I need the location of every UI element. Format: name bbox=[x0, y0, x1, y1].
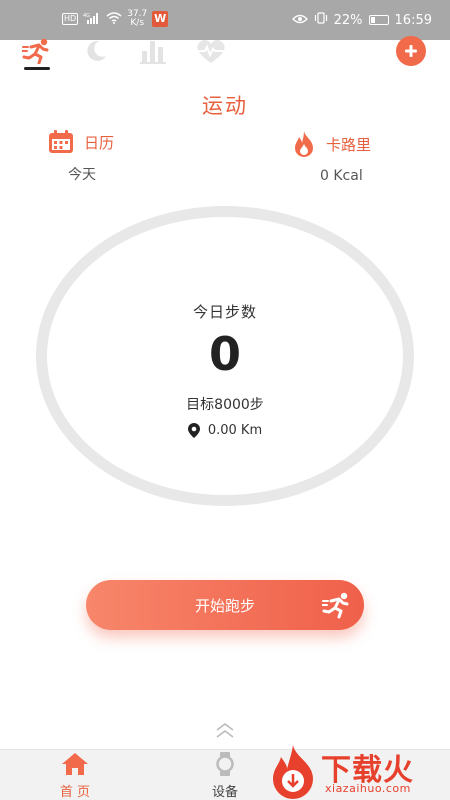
watch-icon bbox=[216, 752, 234, 776]
tab-stats[interactable] bbox=[134, 36, 172, 66]
tab-heart[interactable] bbox=[192, 36, 230, 66]
svg-text:4G: 4G bbox=[83, 13, 90, 19]
top-tab-bar bbox=[18, 36, 230, 70]
signal-icon: 4G bbox=[83, 12, 101, 27]
calendar-section[interactable]: 日历 今天 bbox=[48, 130, 158, 184]
net-speed: 37.7 K/s bbox=[127, 10, 147, 28]
battery-percent: 22% bbox=[333, 12, 363, 28]
running-icon bbox=[322, 592, 349, 619]
home-icon bbox=[62, 753, 88, 775]
wifi-icon bbox=[106, 11, 122, 27]
hd-badge: HD bbox=[62, 13, 79, 25]
nav-home-label: 首 页 bbox=[59, 785, 91, 800]
calendar-value: 今天 bbox=[68, 167, 96, 183]
calories-label: 卡路里 bbox=[326, 135, 372, 154]
heart-rate-icon bbox=[196, 40, 226, 63]
distance-value: 0.00 Km bbox=[207, 423, 263, 438]
steps-count: 0 bbox=[208, 327, 241, 381]
chevron-up-icon[interactable] bbox=[213, 722, 237, 744]
nav-device-label: 设备 bbox=[211, 785, 238, 800]
page-title: 运动 bbox=[202, 94, 248, 118]
plus-icon bbox=[405, 45, 417, 57]
watermark-url: xiazaihuo.com bbox=[325, 782, 411, 795]
battery-icon bbox=[368, 15, 389, 25]
tab-sleep[interactable] bbox=[76, 36, 114, 66]
location-pin-icon bbox=[187, 423, 200, 438]
calendar-label: 日历 bbox=[84, 133, 115, 152]
nav-device[interactable]: 设备 bbox=[185, 752, 265, 800]
steps-goal: 目标8000步 bbox=[186, 397, 264, 413]
watermark: 下载火 xiazaihuo.com bbox=[265, 741, 450, 800]
moon-icon bbox=[87, 40, 106, 61]
nav-home[interactable]: 首 页 bbox=[35, 752, 115, 800]
tab-sport[interactable] bbox=[18, 36, 56, 70]
steps-label: 今日步数 bbox=[192, 303, 257, 321]
status-bar: HD 4G 37.7 K/s W 22% 16:59 bbox=[0, 0, 450, 40]
clock: 16:59 bbox=[394, 12, 432, 28]
start-run-button[interactable]: 开始跑步 bbox=[86, 580, 364, 630]
running-icon bbox=[22, 38, 49, 64]
vibrate-icon bbox=[314, 12, 328, 28]
calendar-icon bbox=[49, 130, 73, 153]
bar-chart-icon bbox=[140, 41, 166, 64]
flame-logo-icon bbox=[273, 745, 313, 799]
flame-icon bbox=[295, 131, 313, 157]
add-button[interactable] bbox=[396, 36, 426, 66]
distance-row: 0.00 Km bbox=[47, 423, 403, 438]
step-progress-ring: 今日步数 0 目标8000步 0.00 Km bbox=[36, 206, 414, 506]
net-speed-unit: K/s bbox=[130, 18, 145, 28]
status-right: 22% 16:59 bbox=[291, 12, 432, 28]
w-app-icon: W bbox=[152, 11, 169, 27]
start-run-label: 开始跑步 bbox=[194, 596, 255, 615]
status-left: HD 4G 37.7 K/s W bbox=[62, 10, 169, 28]
calories-value: 0 Kcal bbox=[320, 168, 363, 184]
eye-icon bbox=[291, 13, 308, 28]
calories-section: 卡路里 0 Kcal bbox=[292, 130, 412, 184]
